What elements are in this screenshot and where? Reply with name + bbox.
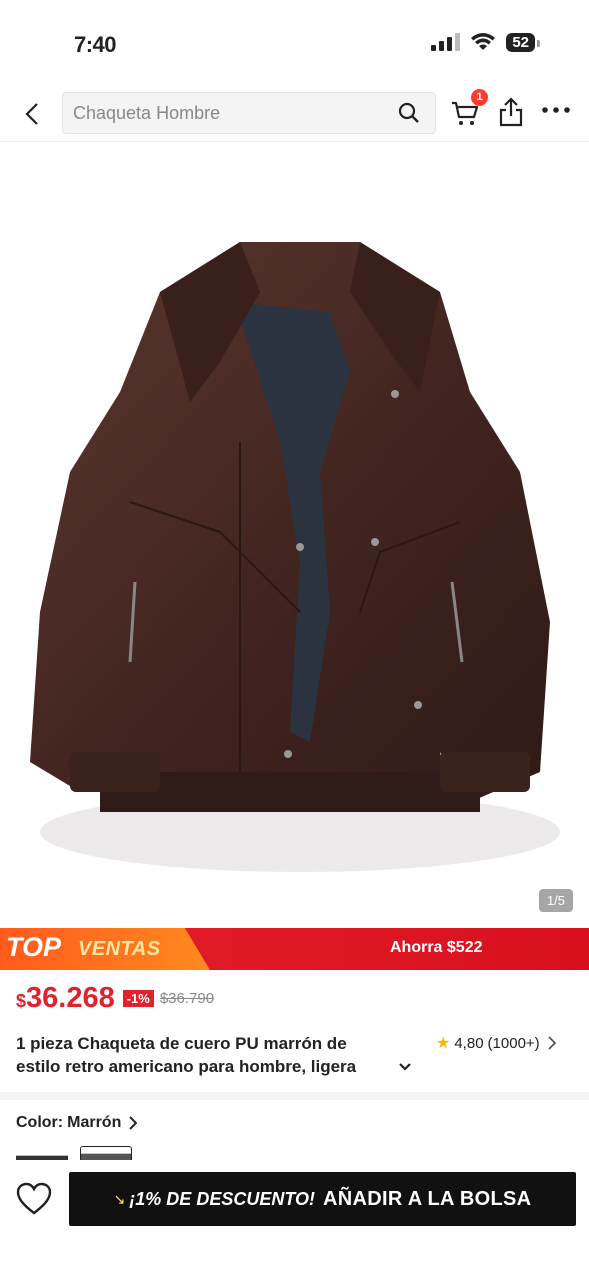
promo-text: ¡1% DE DESCUENTO! (129, 1188, 315, 1209)
rating-value: 4,80 (454, 1034, 484, 1052)
wifi-icon (471, 33, 496, 50)
rating-summary[interactable]: ★ 4,80 (1000+) (436, 1033, 556, 1053)
price-row: $ 36.268 -1% $36.790 (16, 982, 214, 1018)
battery-indicator: 52 (506, 32, 540, 52)
status-bar: 7:40 52 (0, 0, 589, 86)
color-value: Marrón (67, 1114, 122, 1131)
add-to-bag-button[interactable]: ↘ ¡1% DE DESCUENTO! AÑADIR A LA BOLSA (69, 1172, 576, 1226)
search-placeholder: Chaqueta Hombre (73, 103, 221, 123)
product-title[interactable]: 1 pieza Chaqueta de cuero PU marrón de e… (16, 1032, 416, 1078)
search-input[interactable]: Chaqueta Hombre (62, 92, 436, 134)
chevron-right-icon (548, 1036, 556, 1050)
ventas-word: VENTAS (78, 938, 161, 960)
review-count: (1000+) (487, 1034, 540, 1052)
current-price: 36.268 (26, 982, 115, 1014)
top-nav: Chaqueta Hombre 1 (0, 86, 589, 142)
chevron-down-icon[interactable] (398, 1062, 412, 1072)
color-label: Color: (16, 1114, 64, 1131)
product-image[interactable]: 1/5 (0, 142, 589, 928)
trend-down-icon: ↘ (113, 1190, 126, 1207)
discount-badge: -1% (122, 990, 154, 1007)
chevron-left-icon (25, 103, 38, 125)
signal-icon (431, 33, 461, 51)
cart-button[interactable]: 1 (450, 89, 488, 130)
product-title-line2-row: estilo retro americano para hombre, lige… (16, 1055, 416, 1078)
more-options-button[interactable] (540, 100, 574, 124)
share-icon (499, 97, 523, 127)
top-word: TOP (6, 932, 62, 962)
status-icons: 52 (431, 32, 540, 52)
heart-icon (16, 1182, 52, 1215)
image-counter: 1/5 (538, 889, 573, 912)
add-to-bag-label: AÑADIR A LA BOLSA (323, 1187, 532, 1210)
back-button[interactable] (14, 96, 50, 132)
status-time: 7:40 (74, 32, 117, 57)
star-icon: ★ (436, 1035, 451, 1052)
search-icon[interactable] (397, 101, 421, 125)
section-divider (0, 1092, 589, 1100)
original-price: $36.790 (159, 990, 215, 1007)
product-title-line2: estilo retro americano para hombre, lige… (16, 1057, 357, 1076)
product-title-line1: 1 pieza Chaqueta de cuero PU marrón de (16, 1034, 347, 1053)
leather-jacket-image (30, 242, 560, 872)
more-icon (542, 107, 570, 113)
bottom-action-bar: ↘ ¡1% DE DESCUENTO! AÑADIR A LA BOLSA (0, 1160, 589, 1280)
price-currency: $ (16, 991, 27, 1011)
share-button[interactable] (497, 96, 527, 130)
wishlist-button[interactable] (16, 1182, 54, 1220)
color-selector-header[interactable]: Color: Marrón (16, 1114, 138, 1132)
top-sales-banner: TOP VENTAS Ahorra $522 (0, 928, 589, 970)
savings-text: Ahorra $522 (390, 939, 483, 956)
chevron-right-icon (129, 1116, 138, 1130)
cart-count-badge: 1 (471, 89, 488, 106)
